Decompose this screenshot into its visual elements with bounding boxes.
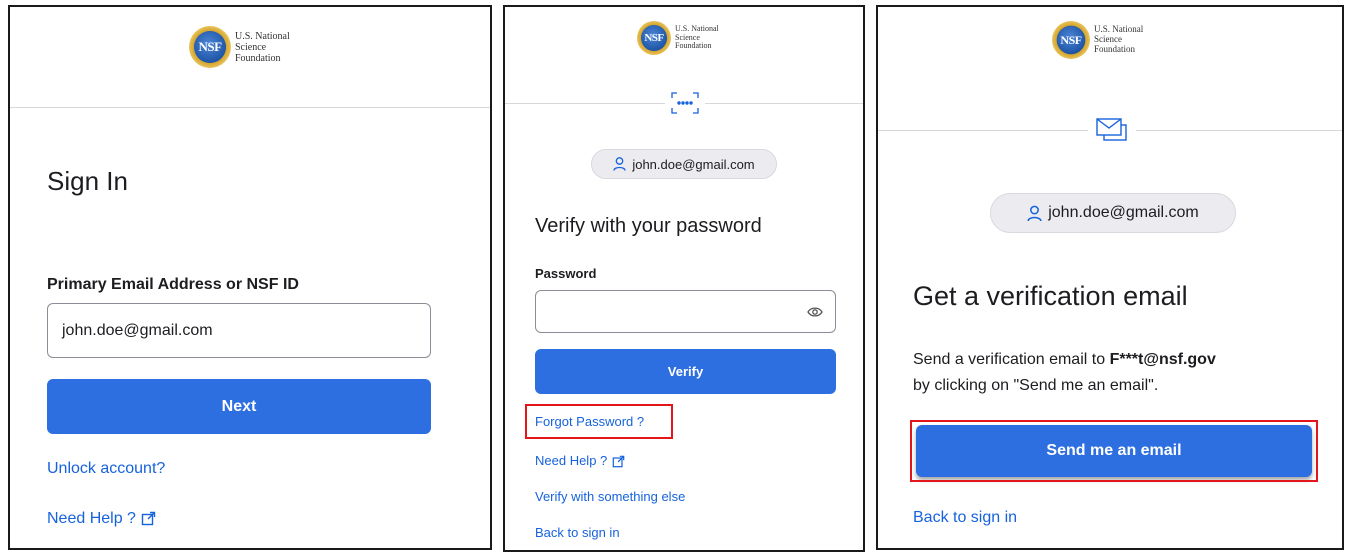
password-input[interactable] [535,290,836,333]
nsf-logo: NSF U.S. National Science Foundation [637,21,719,55]
need-help-link[interactable]: Need Help ? [535,453,625,468]
email-input[interactable]: john.doe@gmail.com [47,303,431,358]
external-link-icon [612,455,625,468]
external-link-icon [141,512,156,526]
instructions-prefix: Send a verification email to [913,351,1106,368]
nsf-seal-icon: NSF [637,21,671,55]
email-input-value: john.doe@gmail.com [62,321,213,339]
unlock-account-link[interactable]: Unlock account? [47,460,165,478]
user-icon [1027,205,1042,221]
password-dots-icon [665,89,705,117]
header-divider [10,107,490,108]
password-label: Password [535,266,597,281]
user-icon [613,157,626,171]
brand-name: U.S. National Science Foundation [675,23,719,51]
verify-password-panel: NSF U.S. National Science Foundation joh… [503,5,865,552]
back-to-sign-in-link[interactable]: Back to sign in [913,509,1017,527]
instructions-suffix: by clicking on "Send me an email". [913,376,1159,394]
user-chip: john.doe@gmail.com [591,149,777,179]
back-to-sign-in-link[interactable]: Back to sign in [535,525,620,540]
sign-in-panel: NSF U.S. National Science Foundation Sig… [8,5,492,550]
highlight-box [910,420,1318,482]
highlight-box [525,404,673,439]
page-title: Verify with your password [535,215,762,237]
verify-other-method-link[interactable]: Verify with something else [535,489,685,504]
brand-name: U.S. National Science Foundation [1094,24,1144,54]
next-button[interactable]: Next [47,379,431,434]
verification-instructions: Send a verification email to F***t@nsf.g… [913,347,1333,398]
brand-name: U.S. National Science Foundation [235,30,290,64]
user-chip-label: john.doe@gmail.com [632,156,755,172]
email-field-label: Primary Email Address or NSF ID [47,276,299,293]
nsf-seal-icon: NSF [189,26,231,68]
user-chip-label: john.doe@gmail.com [1048,204,1199,221]
nsf-logo: NSF U.S. National Science Foundation [189,26,290,68]
page-title: Sign In [47,166,128,196]
masked-email: F***t@nsf.gov [1109,351,1216,368]
need-help-label: Need Help ? [47,510,136,527]
nsf-logo: NSF U.S. National Science Foundation [1052,21,1143,59]
verify-email-panel: NSF U.S. National Science Foundation joh… [876,5,1344,550]
page-title: Get a verification email [913,281,1188,311]
verify-button[interactable]: Verify [535,349,836,394]
nsf-seal-icon: NSF [1052,21,1090,59]
need-help-label: Need Help ? [535,453,608,468]
need-help-link[interactable]: Need Help ? [47,510,156,528]
show-password-icon[interactable] [807,306,823,318]
user-chip: john.doe@gmail.com [990,193,1236,233]
envelope-icon [1088,115,1136,145]
